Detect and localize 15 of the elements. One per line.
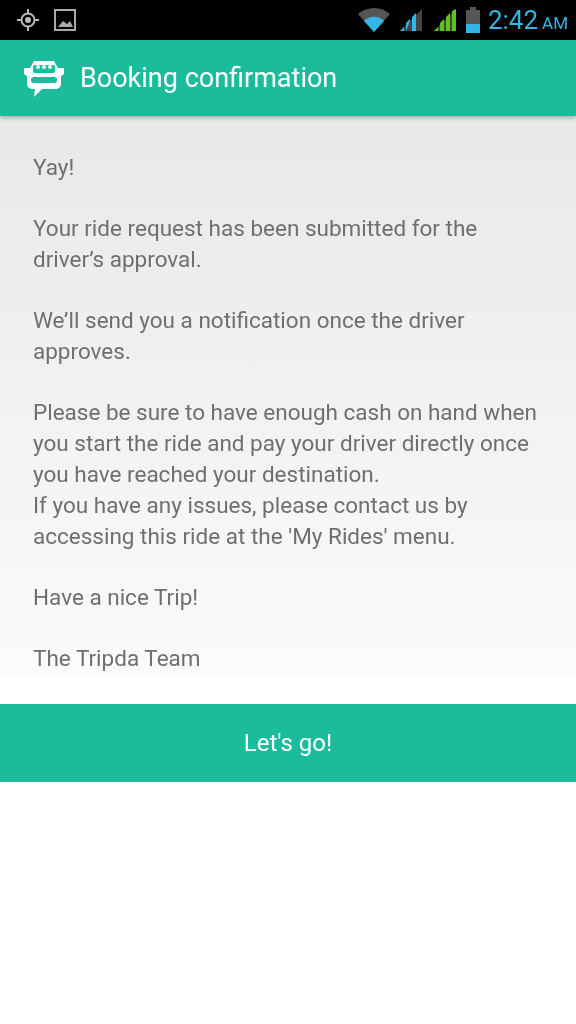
message-text: Your ride request has been submitted for the driver’s approval. bbox=[33, 214, 479, 274]
image-icon bbox=[54, 9, 76, 31]
message-text: We’ll send you a notification once the driver approves. bbox=[33, 306, 466, 366]
clock-meridiem: AM bbox=[542, 13, 568, 33]
lets-go-button[interactable]: Let's go! bbox=[0, 704, 576, 782]
wifi-icon bbox=[357, 7, 390, 33]
screen-title: Booking confirmation bbox=[80, 62, 338, 94]
message-text: If you have any issues, please contact us by accessing this ride at the 'My Rides' menu. bbox=[33, 491, 469, 551]
message-text: Please be sure to have enough cash on hand when you start the ride and pay your driver directly once you have reached your destination. bbox=[33, 398, 538, 489]
message-text: Yay! bbox=[33, 153, 75, 182]
clock-time: 2:42 bbox=[487, 5, 539, 35]
battery-icon bbox=[465, 7, 480, 33]
message-text: Have a nice Trip! bbox=[33, 583, 199, 612]
location-icon bbox=[16, 8, 40, 32]
message-text: The Tripda Team bbox=[33, 644, 201, 673]
